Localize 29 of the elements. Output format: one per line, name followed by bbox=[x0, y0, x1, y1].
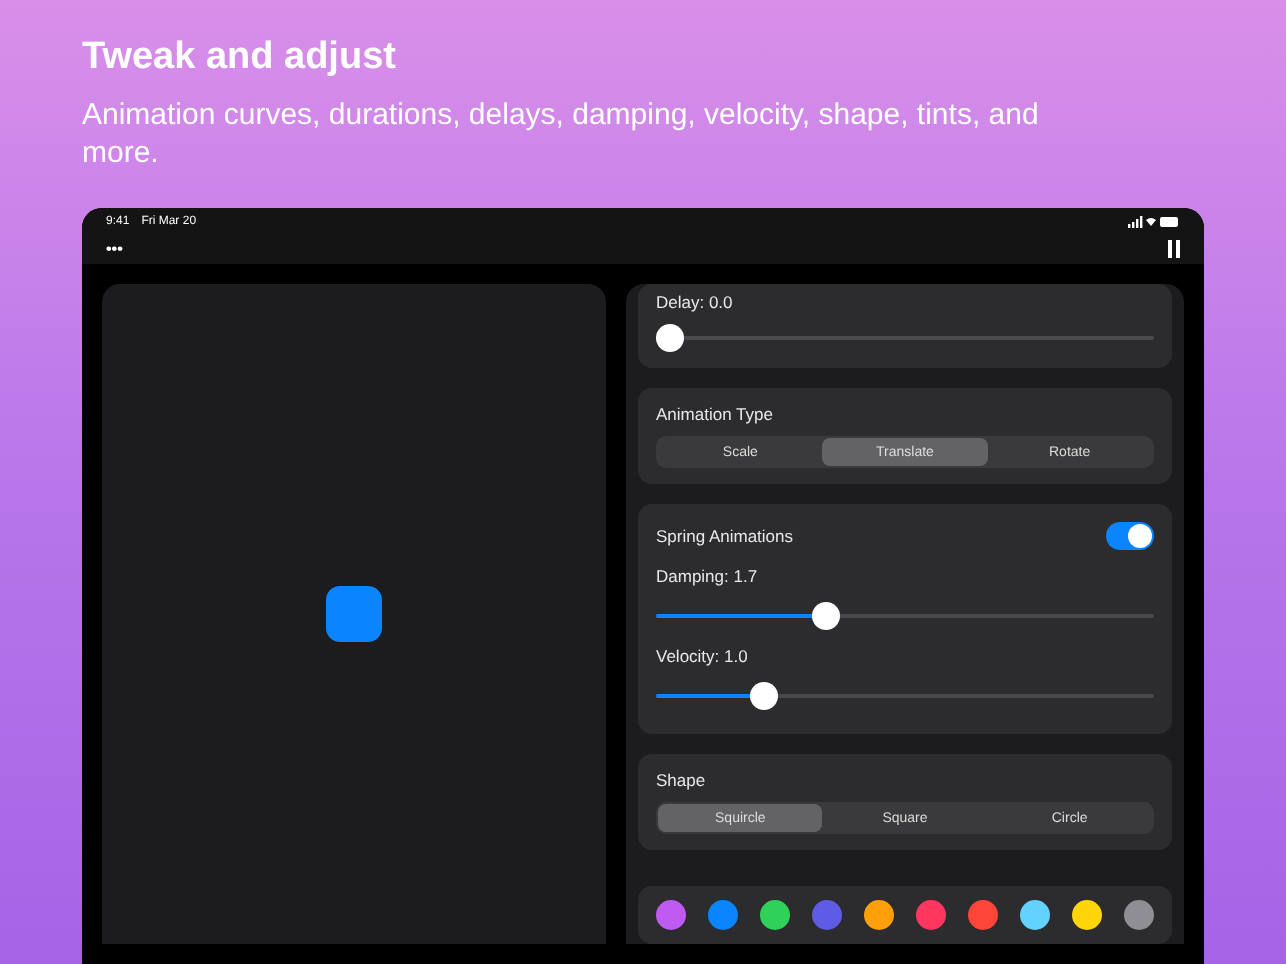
page-subtitle: Animation curves, durations, delays, damping, velocity, shape, tints, and more. bbox=[82, 96, 1041, 172]
slider[interactable] bbox=[656, 682, 1154, 710]
status-icons bbox=[1128, 215, 1180, 227]
slider[interactable] bbox=[656, 602, 1154, 630]
toggle-switch[interactable] bbox=[1106, 522, 1154, 550]
slider-label: Damping: 1.7 bbox=[656, 566, 760, 586]
color-swatch[interactable] bbox=[1072, 900, 1102, 930]
color-swatch[interactable] bbox=[916, 900, 946, 930]
section-title: Shape bbox=[656, 770, 708, 790]
color-swatch[interactable] bbox=[1124, 900, 1154, 930]
section-title: Spring Animations bbox=[656, 526, 794, 546]
slider[interactable] bbox=[656, 324, 1154, 352]
animated-shape bbox=[326, 586, 382, 642]
section-title: Animation Type bbox=[656, 404, 775, 424]
pause-icon[interactable] bbox=[1168, 239, 1180, 257]
color-swatch[interactable] bbox=[812, 900, 842, 930]
color-swatch[interactable] bbox=[656, 900, 686, 930]
page-title: Tweak and adjust bbox=[82, 36, 398, 80]
color-swatch[interactable] bbox=[708, 900, 738, 930]
slider-thumb[interactable] bbox=[811, 602, 840, 630]
color-swatch[interactable] bbox=[968, 900, 998, 930]
slider-label: Delay: 0.0 bbox=[656, 292, 735, 312]
color-swatch[interactable] bbox=[760, 900, 790, 930]
slider-thumb[interactable] bbox=[750, 682, 778, 710]
more-button[interactable]: ••• bbox=[106, 239, 123, 257]
color-swatch[interactable] bbox=[1020, 900, 1050, 930]
color-swatch[interactable] bbox=[864, 900, 894, 930]
slider-thumb[interactable] bbox=[656, 324, 684, 352]
slider-label: Velocity: 1.0 bbox=[656, 646, 750, 666]
